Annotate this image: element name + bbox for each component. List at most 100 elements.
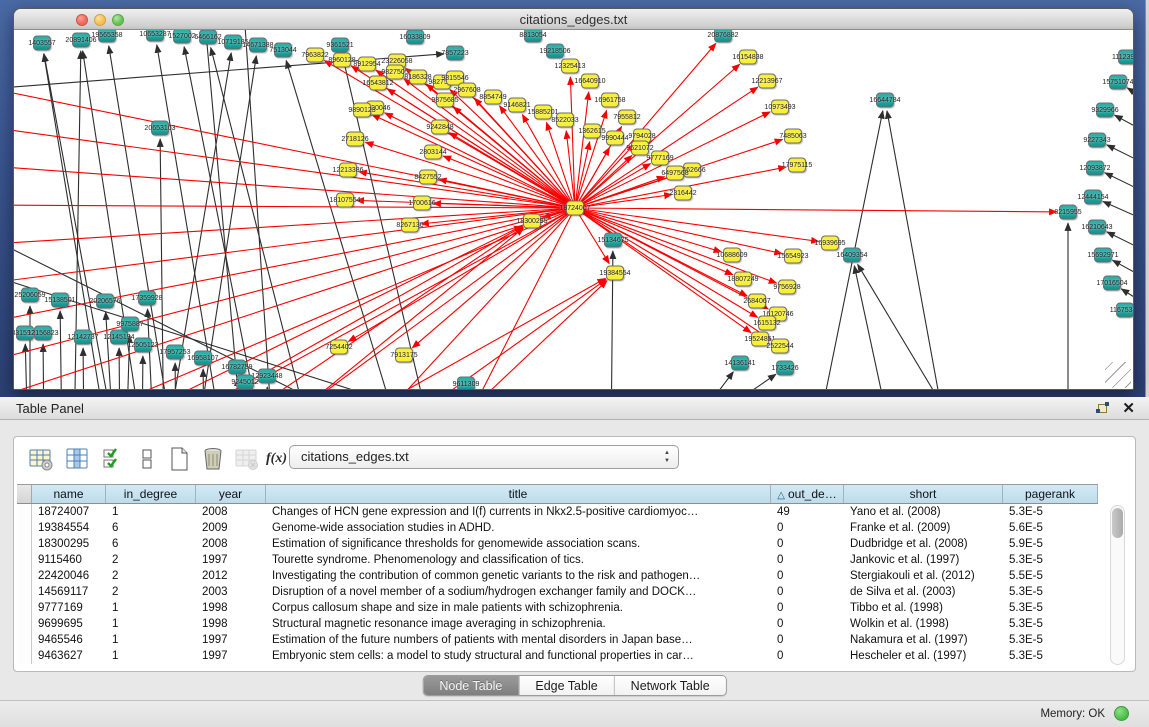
table-row[interactable]: 1872400712008Changes of HCN gene express… [17, 504, 1098, 520]
table-cell[interactable]: 0 [771, 584, 844, 600]
graph-edge[interactable] [575, 142, 590, 208]
table-row[interactable]: 977716911998Corpus callosum shape and si… [17, 600, 1098, 616]
column-header-short[interactable]: short [844, 485, 1003, 503]
row-height-icon[interactable] [134, 446, 160, 472]
table-cell[interactable]: Genome-wide association studies in ADHD. [266, 520, 771, 536]
close-panel-icon[interactable]: ✕ [1122, 399, 1135, 417]
graph-edge[interactable] [203, 369, 204, 390]
tab-node-table[interactable]: Node Table [423, 676, 519, 695]
select-columns-icon[interactable] [100, 446, 126, 472]
tab-edge-table[interactable]: Edge Table [519, 676, 614, 695]
graph-node[interactable]: 10719185 [224, 35, 242, 50]
graph-node[interactable]: 15885201 [534, 105, 552, 120]
graph-node[interactable]: 10973493 [771, 100, 789, 115]
table-scrollbar[interactable] [1110, 505, 1125, 665]
graph-node[interactable]: 11675344 [1116, 303, 1133, 318]
table-cell[interactable]: 2008 [196, 536, 266, 552]
graph-node[interactable]: 8912954 [358, 57, 376, 72]
graph-node[interactable]: 18724007 [566, 201, 584, 216]
new-table-icon[interactable] [166, 446, 192, 472]
table-cell[interactable]: 1997 [196, 552, 266, 568]
graph-node[interactable]: 16409354 [843, 248, 861, 263]
table-selector-dropdown[interactable]: citations_edges.txt ▲▼ [289, 445, 679, 469]
graph-node[interactable]: 8215955 [1059, 205, 1077, 220]
graph-node[interactable]: 19384554 [606, 266, 624, 281]
table-cell[interactable]: 5.3E-5 [1003, 648, 1098, 664]
table-cell[interactable]: 6 [106, 536, 196, 552]
table-cell[interactable]: 1 [106, 648, 196, 664]
graph-node[interactable]: 6497568 [666, 166, 684, 181]
graph-node[interactable]: 17957253 [166, 345, 184, 360]
graph-node[interactable]: 12156823 [34, 326, 52, 341]
graph-node[interactable]: 12923448 [258, 369, 276, 384]
table-settings-icon[interactable] [28, 446, 54, 472]
table-cell[interactable]: 9699695 [32, 616, 106, 632]
table-cell[interactable]: 1998 [196, 600, 266, 616]
table-cell[interactable]: 2008 [196, 504, 266, 520]
table-cell[interactable]: 5.3E-5 [1003, 616, 1098, 632]
graph-edge[interactable] [858, 264, 969, 390]
table-cell[interactable]: 14569117 [32, 584, 106, 600]
graph-node[interactable]: 9827505 [386, 65, 404, 80]
window-resize-grip[interactable] [1105, 362, 1131, 388]
table-cell[interactable]: 18724007 [32, 504, 106, 520]
delete-table-icon[interactable] [200, 446, 226, 472]
column-header-name[interactable]: name [32, 485, 106, 503]
graph-node[interactable]: 3315921 [16, 326, 34, 341]
graph-node[interactable]: 7462666 [683, 163, 701, 178]
table-cell[interactable]: Dudbridge et al. (2008) [844, 536, 1003, 552]
graph-node[interactable]: 17975115 [788, 158, 806, 173]
graph-edge[interactable] [1115, 115, 1133, 158]
table-row[interactable]: 946362711997Embryonic stem cells: a mode… [17, 648, 1098, 664]
table-cell[interactable]: 9463627 [32, 648, 106, 664]
graph-node[interactable]: 14136141 [731, 356, 749, 371]
graph-node[interactable]: 12213967 [758, 74, 776, 89]
graph-node[interactable]: 16644784 [876, 93, 894, 108]
table-cell[interactable]: 5.3E-5 [1003, 552, 1098, 568]
table-cell[interactable]: Tibbo et al. (1998) [844, 600, 1003, 616]
tab-network-table[interactable]: Network Table [615, 676, 726, 695]
graph-node[interactable]: 15138501 [51, 293, 69, 308]
float-panel-icon[interactable] [1096, 402, 1109, 415]
graph-edge[interactable] [854, 266, 894, 390]
column-header-year[interactable]: year [196, 485, 266, 503]
table-row[interactable]: 946554611997Estimation of the future num… [17, 632, 1098, 648]
graph-node[interactable]: 18300295 [523, 214, 541, 229]
graph-node[interactable]: 16958107 [194, 351, 212, 366]
graph-node[interactable]: 9975887 [121, 317, 139, 332]
column-header-in_degree[interactable]: in_degree [106, 485, 196, 503]
graph-node[interactable]: 2316442 [674, 186, 692, 201]
graph-edge[interactable] [14, 208, 575, 365]
table-cell[interactable]: 1997 [196, 632, 266, 648]
graph-node[interactable]: 12142737 [74, 330, 92, 345]
graph-node[interactable]: 8186328 [409, 70, 427, 85]
graph-node[interactable]: 16782759 [228, 360, 246, 375]
graph-node[interactable]: 10653287 [146, 30, 164, 42]
table-cell[interactable]: 9115460 [32, 552, 106, 568]
graph-edge[interactable] [244, 30, 274, 390]
graph-node[interactable]: 9990444 [606, 131, 624, 146]
graph-node[interactable]: 17359928 [138, 291, 156, 306]
graph-node[interactable]: 15134675 [604, 233, 622, 248]
table-cell[interactable]: Tourette syndrome. Phenomenology and cla… [266, 552, 771, 568]
table-cell[interactable]: 0 [771, 520, 844, 536]
graph-node[interactable]: 1615132 [758, 316, 776, 331]
table-cell[interactable]: 2 [106, 552, 196, 568]
graph-node[interactable]: 9611309 [457, 377, 475, 391]
table-cell[interactable]: 2003 [196, 584, 266, 600]
graph-node[interactable]: 20876882 [714, 30, 732, 43]
window-titlebar[interactable]: citations_edges.txt [14, 9, 1133, 30]
table-cell[interactable]: 2009 [196, 520, 266, 536]
column-header-out_de[interactable]: △out_de… [771, 485, 844, 503]
table-cell[interactable]: Stergiakouli et al. (2012) [844, 568, 1003, 584]
network-window[interactable]: citations_edges.txt 18724007140355720891… [13, 8, 1134, 390]
table-cell[interactable]: Franke et al. (2009) [844, 520, 1003, 536]
scrollbar-thumb[interactable] [1112, 508, 1123, 538]
graph-node[interactable]: 9146821 [508, 98, 526, 113]
table-cell[interactable]: Estimation of the future numbers of pati… [266, 632, 771, 648]
graph-node[interactable]: 20206576 [96, 294, 114, 309]
table-row[interactable]: 2242004622012Investigating the contribut… [17, 568, 1098, 584]
graph-edge[interactable] [575, 208, 1057, 212]
graph-node[interactable]: 7513044 [274, 43, 292, 58]
graph-edge[interactable] [142, 356, 143, 390]
